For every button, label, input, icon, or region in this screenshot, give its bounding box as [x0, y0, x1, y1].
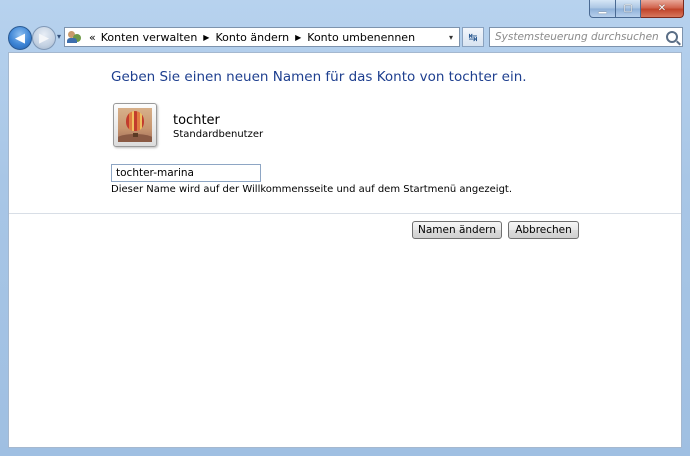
refresh-icon: ↹ [468, 30, 478, 44]
breadcrumb-konten-verwalten[interactable]: Konten verwalten [101, 31, 198, 44]
forward-arrow-icon: ▶ [39, 30, 49, 46]
breadcrumb-separator-icon[interactable]: ▶ [197, 33, 215, 42]
back-arrow-icon: ◀ [15, 30, 25, 46]
breadcrumb-konto-umbenennen[interactable]: Konto umbenennen [307, 31, 415, 44]
cancel-button[interactable]: Abbrechen [508, 221, 579, 239]
title-bar: ▁ ▢ ✕ [0, 0, 690, 22]
maximize-icon: ▢ [623, 3, 633, 14]
minimize-icon: ▁ [598, 3, 607, 14]
close-button[interactable]: ✕ [641, 0, 684, 18]
breadcrumb-separator-icon[interactable]: ▶ [289, 33, 307, 42]
close-icon: ✕ [657, 3, 667, 14]
divider [9, 213, 681, 214]
chevron-down-icon: ▾ [448, 32, 453, 42]
search-icon[interactable] [666, 31, 678, 43]
content-pane: Geben Sie einen neuen Namen für das Kont… [8, 52, 682, 448]
forward-button[interactable]: ▶ [32, 26, 56, 50]
navigation-bar: ◀ ▶ ▾ « Konten verwalten ▶ Konto ändern … [0, 24, 690, 52]
minimize-button[interactable]: ▁ [589, 0, 616, 18]
user-accounts-icon [67, 30, 83, 44]
name-hint: Dieser Name wird auf der Willkommensseit… [111, 184, 513, 195]
recent-pages-button[interactable]: ▾ [55, 32, 63, 42]
caption-buttons: ▁ ▢ ✕ [589, 0, 684, 18]
account-name: tochter [173, 113, 220, 128]
window-frame: ▁ ▢ ✕ ◀ ▶ ▾ « Konten verwalten ▶ Konto ä… [0, 0, 690, 456]
rename-button[interactable]: Namen ändern [412, 221, 502, 239]
chevron-down-icon: ▾ [56, 32, 61, 41]
search-placeholder: Systemsteuerung durchsuchen [495, 31, 659, 43]
avatar [113, 103, 157, 147]
hot-air-balloon-picture [118, 108, 152, 142]
address-dropdown-button[interactable]: ▾ [443, 28, 459, 46]
back-button[interactable]: ◀ [8, 26, 32, 50]
refresh-button[interactable]: ↹ [462, 27, 484, 47]
maximize-button[interactable]: ▢ [616, 0, 641, 18]
breadcrumb-overflow-button[interactable]: « [85, 31, 101, 44]
page-title: Geben Sie einen neuen Namen für das Kont… [111, 69, 527, 85]
search-input[interactable]: Systemsteuerung durchsuchen [489, 27, 683, 47]
new-name-input[interactable] [111, 164, 261, 182]
account-type: Standardbenutzer [173, 129, 264, 140]
breadcrumb-konto-aendern[interactable]: Konto ändern [215, 31, 289, 44]
address-bar[interactable]: « Konten verwalten ▶ Konto ändern ▶ Kont… [64, 27, 460, 47]
